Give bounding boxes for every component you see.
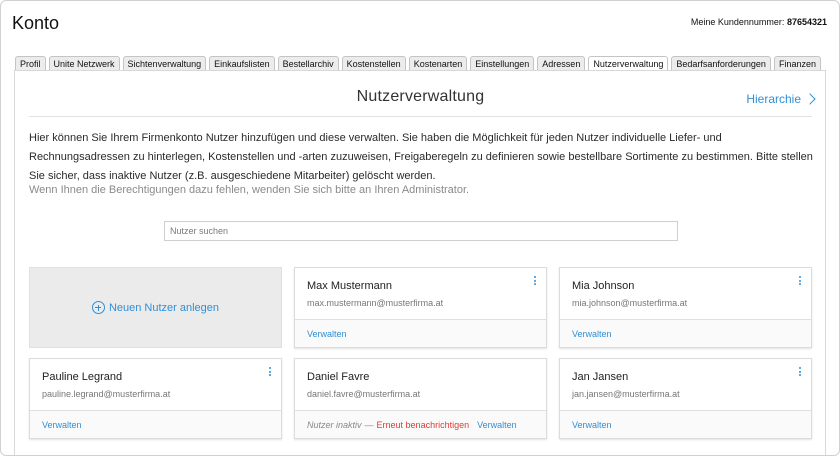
user-card: Jan Jansen jan.jansen@musterfirma.at Ver… (559, 358, 812, 439)
account-tabs: Profil Unite Netzwerk Sichtenverwaltung … (15, 56, 821, 70)
manage-user-link[interactable]: Verwalten (42, 420, 82, 430)
user-card: Max Mustermann max.mustermann@musterfirm… (294, 267, 547, 348)
tab-kostenstellen[interactable]: Kostenstellen (341, 56, 406, 70)
user-name: Jan Jansen (572, 371, 629, 383)
renotify-link[interactable]: Erneut benachrichtigen (377, 420, 470, 430)
user-card-footer: Verwalten (560, 410, 811, 438)
more-options-icon[interactable] (532, 276, 538, 288)
chevron-right-icon (804, 93, 816, 105)
user-card-footer: Verwalten (30, 410, 281, 438)
user-search-input[interactable] (164, 221, 678, 241)
user-name: Daniel Favre (307, 371, 370, 383)
more-options-icon[interactable] (797, 367, 803, 379)
user-name: Max Mustermann (307, 280, 392, 292)
section-title: Nutzerverwaltung (356, 88, 485, 105)
hierarchy-link-label: Hierarchie (746, 92, 801, 106)
more-options-icon[interactable] (267, 367, 273, 379)
plus-circle-icon (91, 301, 105, 314)
tab-kostenarten[interactable]: Kostenarten (408, 56, 468, 70)
user-card: Pauline Legrand pauline.legrand@musterfi… (29, 358, 282, 439)
customer-number-value: 87654321 (786, 17, 827, 27)
more-options-icon[interactable] (797, 276, 803, 288)
permission-note: Wenn Ihnen die Berechtigungen dazu fehle… (29, 184, 470, 196)
page-title: Konto (12, 13, 60, 33)
tab-unite-netzwerk[interactable]: Unite Netzwerk (48, 56, 120, 70)
manage-user-link[interactable]: Verwalten (477, 420, 517, 430)
tab-sichtenverwaltung[interactable]: Sichtenverwaltung (122, 56, 207, 70)
user-email: jan.jansen@musterfirma.at (572, 389, 680, 399)
tab-finanzen[interactable]: Finanzen (773, 56, 821, 70)
inactive-status: Nutzer inaktiv (307, 419, 362, 430)
tab-bestellarchiv[interactable]: Bestellarchiv (277, 56, 339, 70)
hierarchy-link[interactable]: Hierarchie (746, 92, 816, 106)
user-email: mia.johnson@musterfirma.at (572, 298, 688, 308)
new-user-label: Neuen Nutzer anlegen (108, 301, 220, 314)
user-card: Mia Johnson mia.johnson@musterfirma.at V… (559, 267, 812, 348)
manage-user-link[interactable]: Verwalten (307, 329, 347, 339)
user-name: Pauline Legrand (42, 371, 123, 383)
tab-profil[interactable]: Profil (15, 56, 46, 70)
user-card: Daniel Favre daniel.favre@musterfirma.at… (294, 358, 547, 439)
tab-nutzerverwaltung[interactable]: Nutzerverwaltung (588, 56, 669, 70)
tab-einstellungen[interactable]: Einstellungen (470, 56, 535, 70)
intro-text: Hier können Sie Ihrem Firmenkonto Nutzer… (29, 132, 813, 182)
tab-bedarfsanforderungen[interactable]: Bedarfsanforderungen (671, 56, 771, 70)
tab-einkaufslisten[interactable]: Einkaufslisten (209, 56, 275, 70)
user-card-footer: Verwalten (560, 319, 811, 347)
customer-number: Meine Kundennummer: 87654321 (691, 17, 827, 27)
user-name: Mia Johnson (572, 280, 635, 292)
manage-user-link[interactable]: Verwalten (572, 420, 612, 430)
section-header: Nutzerverwaltung Hierarchie (29, 83, 816, 117)
new-user-button[interactable]: Neuen Nutzer anlegen (29, 267, 282, 348)
manage-user-link[interactable]: Verwalten (572, 329, 612, 339)
user-email: daniel.favre@musterfirma.at (307, 389, 421, 399)
status-separator: — (364, 419, 374, 430)
user-card-footer: Nutzer inaktiv — Erneut benachrichtigen … (295, 410, 546, 438)
user-management-panel: Nutzerverwaltung Hierarchie Hier können … (14, 70, 826, 455)
account-window: Konto Meine Kundennummer: 87654321 Profi… (0, 0, 840, 456)
user-email: max.mustermann@musterfirma.at (307, 298, 444, 308)
user-card-footer: Verwalten (295, 319, 546, 347)
user-email: pauline.legrand@musterfirma.at (42, 389, 171, 399)
tab-adressen[interactable]: Adressen (537, 56, 586, 70)
customer-number-label: Meine Kundennummer: (690, 17, 785, 27)
